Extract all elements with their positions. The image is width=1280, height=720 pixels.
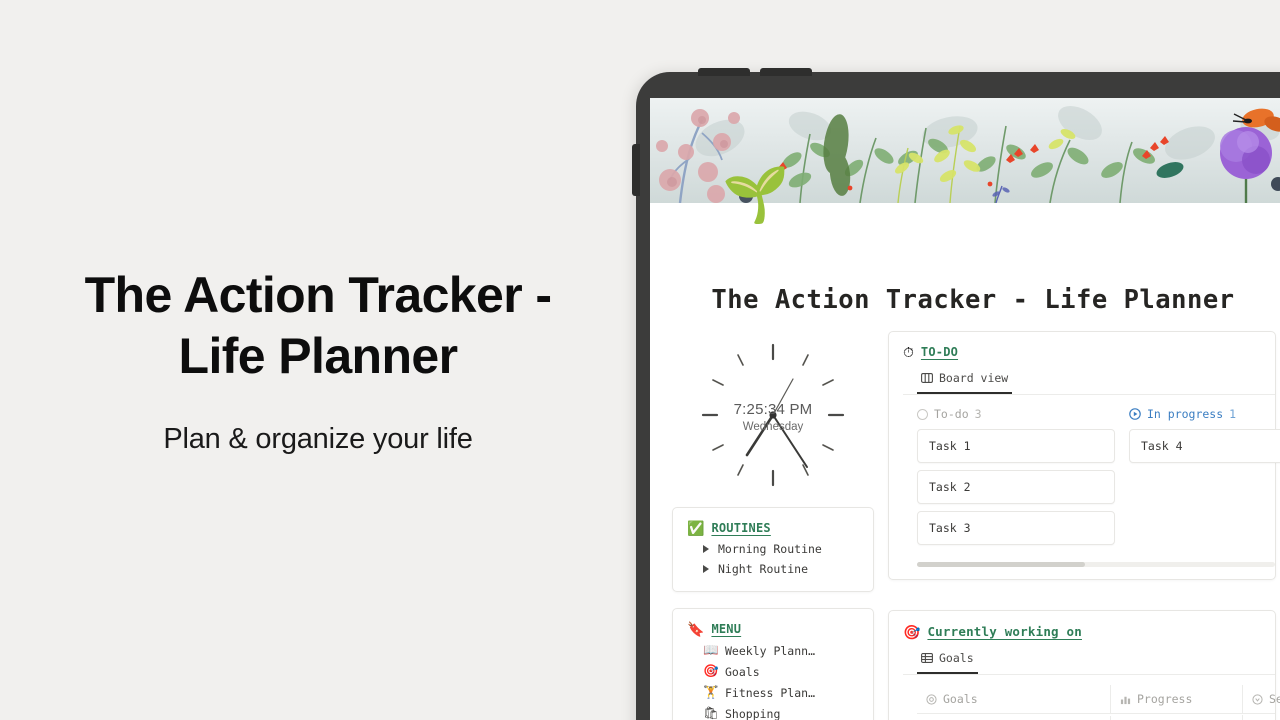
left-column: 7:25:34 PM Wednesday ✅ ROUTINES Morning …	[672, 331, 874, 720]
working-on-title[interactable]: Currently working on	[927, 624, 1082, 639]
toggle-triangle-icon[interactable]	[703, 545, 709, 553]
todo-card: ⏱ TO-DO Board view To-do 3 Task 1 Task 2…	[888, 331, 1280, 580]
routines-header: ✅ ROUTINES	[673, 508, 873, 539]
target-icon: 🎯	[703, 663, 719, 679]
tab-goals[interactable]: Goals	[917, 646, 978, 674]
page-title: The Action Tracker - Life Planner	[84, 266, 552, 384]
tab-label: Goals	[939, 651, 974, 665]
menu-item-label: Goals	[725, 664, 760, 679]
board-column-in-progress: In progress 1 Task 4	[1129, 407, 1280, 552]
stopwatch-icon: ⏱	[903, 344, 914, 360]
tablet-screen: 🌱 The Action Tracker - Life Planner 7:25…	[650, 98, 1280, 720]
cell-goal-name[interactable]: 🎯 Goal 3	[917, 715, 1111, 720]
routine-label: Morning Routine	[718, 542, 822, 556]
column-header-select[interactable]: Select	[1243, 685, 1280, 713]
book-icon: 📖	[703, 642, 719, 658]
menu-title[interactable]: MENU	[711, 622, 741, 636]
menu-item-label: Shopping	[725, 706, 781, 720]
routines-card: ✅ ROUTINES Morning Routine Night Routine	[672, 507, 874, 592]
volume-down-button[interactable]	[760, 68, 812, 76]
tablet-device: 🌱 The Action Tracker - Life Planner 7:25…	[632, 68, 1280, 720]
task-card[interactable]: Task 1	[917, 429, 1115, 463]
target-icon: 🎯	[903, 623, 921, 640]
cell-goal-select: Q3	[1243, 714, 1280, 720]
bar-chart-icon	[1120, 696, 1131, 704]
menu-item-shopping[interactable]: 🛍 Shopping	[673, 703, 873, 720]
menu-item-fitness-planner[interactable]: 🏋 Fitness Plan…	[673, 682, 873, 703]
routine-item-morning[interactable]: Morning Routine	[673, 539, 873, 559]
column-header-in-progress[interactable]: In progress 1	[1129, 407, 1280, 429]
working-on-tabstrip: Goals	[889, 643, 1275, 674]
routine-item-night[interactable]: Night Routine	[673, 559, 873, 579]
goals-table: Goals Progress Se	[917, 685, 1280, 720]
empty-circle-icon	[917, 408, 928, 420]
right-column: ⏱ TO-DO Board view To-do 3 Task 1 Task 2…	[888, 331, 1280, 720]
scrollbar-thumb[interactable]	[917, 562, 1086, 567]
power-button[interactable]	[632, 144, 640, 196]
target-icon	[926, 693, 937, 705]
todo-title[interactable]: TO-DO	[921, 345, 958, 359]
task-card[interactable]: Task 3	[917, 511, 1115, 545]
clock-day: Wednesday	[742, 421, 804, 433]
analog-clock: 7:25:34 PM Wednesday	[697, 339, 849, 491]
menu-card: 🔖 MENU 📖 Weekly Plann… 🎯 Goals 🏋 Fitness…	[672, 608, 874, 720]
marketing-panel: The Action Tracker - Life Planner Plan &…	[0, 0, 636, 720]
column-count: 3	[974, 407, 982, 421]
currently-working-on-card: 🎯 Currently working on Goals Goals Progr…	[888, 610, 1280, 720]
column-header-label: Goals	[943, 692, 978, 706]
shopping-bag-icon: 🛍	[703, 705, 719, 720]
board-column-todo: To-do 3 Task 1 Task 2 Task 3	[917, 407, 1115, 552]
routine-label: Night Routine	[718, 562, 809, 576]
routines-title[interactable]: ROUTINES	[711, 521, 770, 535]
todo-header: ⏱ TO-DO	[889, 332, 1275, 363]
column-header-label: Progress	[1137, 692, 1193, 706]
menu-item-label: Fitness Plan…	[725, 685, 816, 700]
column-header-todo[interactable]: To-do 3	[917, 407, 1115, 429]
page-subtitle: Plan & organize your life	[163, 422, 473, 455]
column-header-label: Select	[1269, 692, 1280, 706]
menu-item-label: Weekly Plann…	[725, 643, 816, 658]
volume-up-button[interactable]	[698, 68, 750, 76]
column-name: In progress	[1147, 407, 1224, 421]
clock-time: 7:25:34 PM	[733, 401, 813, 418]
play-circle-icon	[1129, 408, 1141, 420]
working-on-header: 🎯 Currently working on	[889, 611, 1275, 643]
screenshot-root: The Action Tracker - Life Planner Plan &…	[0, 0, 1280, 720]
board-horizontal-scrollbar[interactable]	[917, 562, 1275, 567]
page-content: 7:25:34 PM Wednesday ✅ ROUTINES Morning …	[650, 331, 1280, 720]
bookmark-icon: 🔖	[687, 621, 705, 637]
toggle-triangle-icon[interactable]	[703, 565, 709, 573]
column-header-goals[interactable]: Goals	[917, 685, 1111, 713]
task-card[interactable]: Task 4	[1129, 429, 1280, 463]
column-name: To-do	[934, 407, 969, 421]
kanban-board: To-do 3 Task 1 Task 2 Task 3 In progress…	[889, 395, 1280, 552]
tab-underline-rule	[903, 674, 1275, 675]
clock-widget: 7:25:34 PM Wednesday	[672, 331, 874, 499]
table-view-icon	[921, 653, 933, 663]
menu-header: 🔖 MENU	[673, 609, 873, 640]
check-circle-icon: ✅	[687, 520, 705, 536]
table-header-row: Goals Progress Se	[917, 685, 1280, 714]
cell-goal-progress: 50%	[1111, 715, 1243, 720]
dumbbell-icon: 🏋	[703, 684, 719, 700]
task-card[interactable]: Task 2	[917, 470, 1115, 504]
table-row[interactable]: 🎯 Goal 3 50%	[917, 714, 1275, 720]
menu-item-goals[interactable]: 🎯 Goals	[673, 661, 873, 682]
page-icon-seedling[interactable]: 🌱	[722, 168, 789, 222]
column-header-progress[interactable]: Progress	[1111, 685, 1243, 713]
board-view-icon	[921, 373, 933, 383]
menu-item-weekly-planner[interactable]: 📖 Weekly Plann…	[673, 640, 873, 661]
tab-label: Board view	[939, 371, 1009, 385]
column-count: 1	[1229, 407, 1237, 421]
todo-tabstrip: Board view	[889, 363, 1275, 394]
select-caret-icon	[1252, 693, 1263, 705]
tab-board-view[interactable]: Board view	[917, 366, 1013, 394]
